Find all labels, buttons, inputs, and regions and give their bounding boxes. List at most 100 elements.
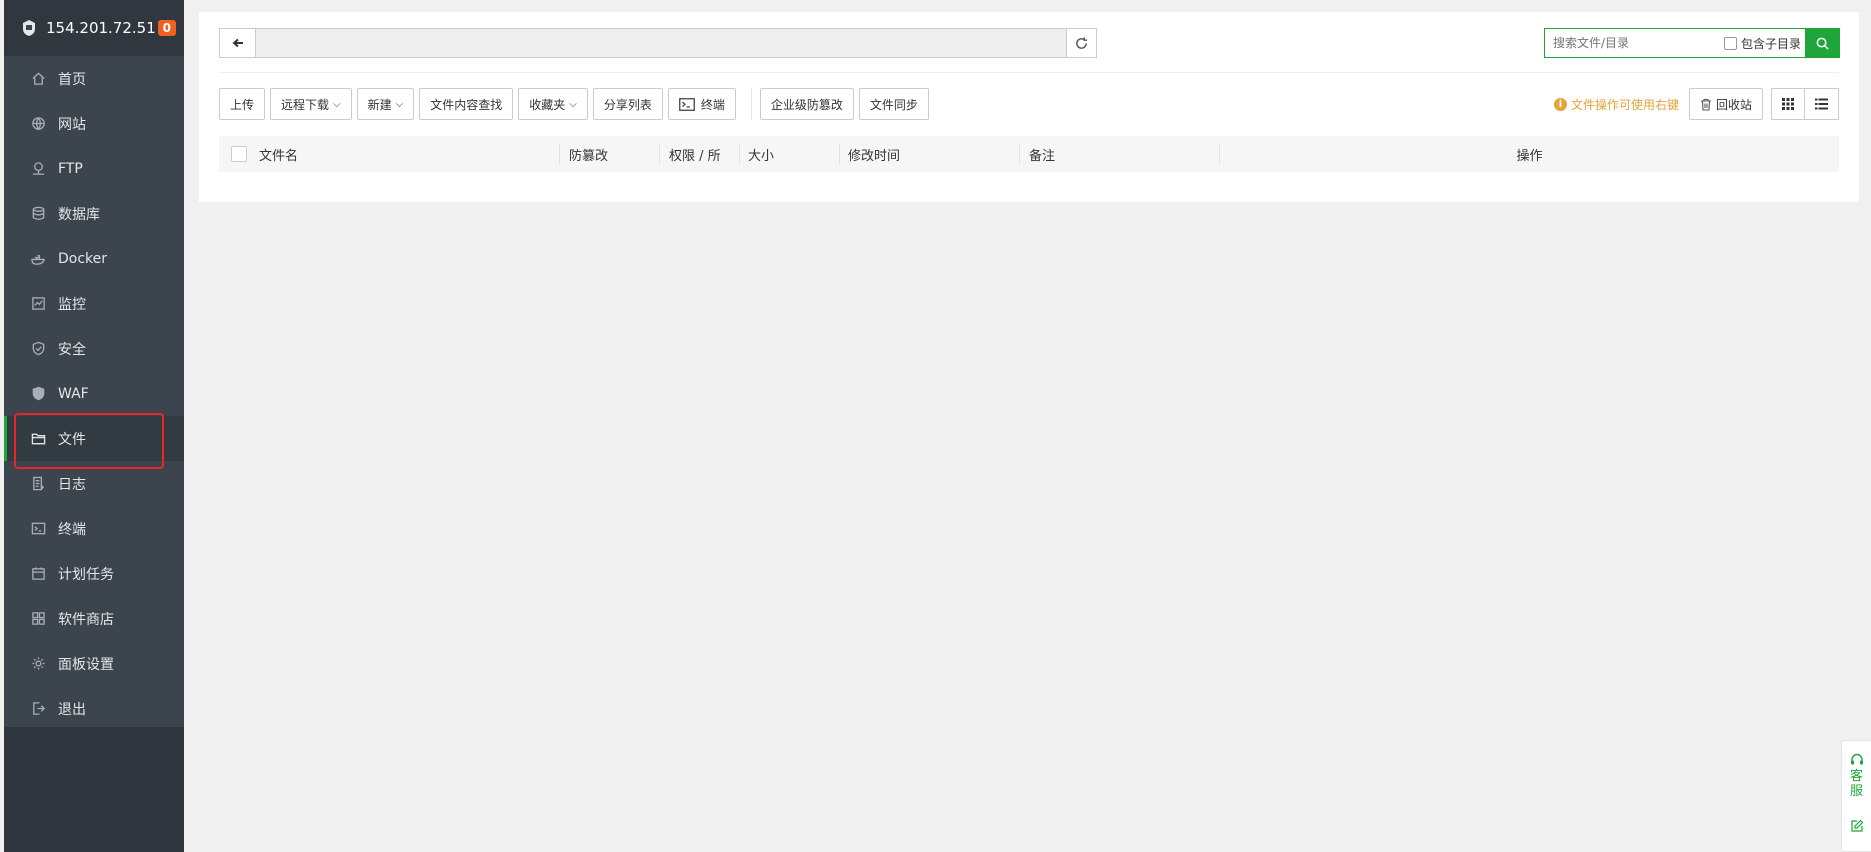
column-header[interactable]: 防篡改 — [560, 136, 660, 172]
favorites-button[interactable]: 收藏夹 ⌵ — [518, 88, 588, 120]
sidebar-item-label: 监控 — [58, 296, 86, 313]
file-manager-panel: 包含子目录 上传 远程下载⌵ 新建⌵ 文件内容查找 收藏夹⌵ 分享列表 终端 企… — [199, 12, 1859, 202]
column-header[interactable]: 大小 — [740, 136, 840, 172]
content-search-button[interactable]: 文件内容查找 — [419, 88, 514, 120]
server-ip[interactable]: 154.201.72.51 — [46, 19, 158, 37]
tamper-proof-button[interactable]: 企业级防篡改 — [759, 88, 854, 120]
sidebar-item-cron[interactable]: 计划任务 — [4, 551, 184, 596]
sidebar-item-website[interactable]: 网站 — [4, 101, 184, 146]
column-label: 操作 — [1516, 148, 1543, 164]
database-icon — [30, 206, 46, 222]
include-subdir-checkbox[interactable] — [1723, 36, 1737, 50]
file-sync-button[interactable]: 文件同步 — [858, 88, 929, 120]
search-input[interactable] — [1545, 30, 1724, 56]
chevron-down-icon: ⌵ — [569, 98, 577, 110]
column-label: 文件名 — [259, 148, 299, 164]
customer-service-tab[interactable]: 客服 — [1841, 740, 1871, 852]
column-header: 操作 — [1220, 136, 1839, 172]
include-subdir-toggle[interactable]: 包含子目录 — [1723, 35, 1805, 52]
sidebar-item-label: 终端 — [58, 521, 86, 538]
trash-icon — [1700, 98, 1711, 111]
sidebar-item-label: 软件商店 — [58, 611, 114, 628]
file-table-header: 文件名 防篡改 权限 / 所 大小 修改时间 备注 操作 — [219, 136, 1839, 172]
column-header[interactable]: 权限 / 所 — [660, 136, 740, 172]
remote-download-label: 远程下载 — [281, 97, 330, 112]
customer-service-label: 客服 — [1849, 769, 1863, 799]
toolbar-right: i 文件操作可使用右键 回收站 — [1553, 88, 1839, 120]
share-list-button[interactable]: 分享列表 — [592, 88, 663, 120]
sidebar-item-home[interactable]: 首页 — [4, 56, 184, 101]
sidebar-item-files[interactable]: 文件 — [4, 416, 184, 461]
sidebar-item-label: 面板设置 — [58, 656, 114, 673]
terminal-icon — [678, 97, 695, 111]
sidebar-item-appstore[interactable]: 软件商店 — [4, 596, 184, 641]
arrow-left-icon — [231, 38, 243, 48]
sidebar-item-label: 计划任务 — [58, 566, 114, 583]
sidebar-item-label: 首页 — [58, 71, 86, 88]
file-search: 包含子目录 — [1544, 28, 1840, 58]
chevron-down-icon: ⌵ — [333, 98, 341, 110]
tip-text: 文件操作可使用右键 — [1570, 97, 1679, 112]
refresh-button[interactable] — [1066, 29, 1096, 57]
sidebar-item-label: 文件 — [58, 431, 86, 448]
file-toolbar: 上传 远程下载 ⌵ 新建 ⌵ 文件内容查找 收藏夹 ⌵ 分享列表 终端 企业级防篡改 … — [219, 88, 934, 120]
search-button[interactable] — [1805, 28, 1840, 58]
select-all-checkbox[interactable] — [231, 146, 247, 162]
column-header[interactable]: 修改时间 — [840, 136, 1020, 172]
logout-icon — [30, 701, 46, 717]
column-label: 备注 — [1029, 148, 1056, 164]
view-switcher — [1771, 88, 1839, 120]
info-icon: i — [1553, 97, 1567, 111]
path-input[interactable] — [256, 29, 1066, 57]
new-button[interactable]: 新建 ⌵ — [356, 88, 415, 120]
sidebar-menu: 首页 网站 FTP 数据库 Docker 监控 安全 WAF 文件 日志 终端 … — [4, 56, 184, 731]
sidebar-item-ftp[interactable]: FTP — [4, 146, 184, 191]
grid-view-button[interactable] — [1771, 88, 1805, 120]
sidebar-item-label: 退出 — [58, 701, 86, 718]
calendar-icon — [30, 566, 46, 582]
docker-icon — [30, 251, 46, 267]
column-label: 防篡改 — [569, 148, 609, 164]
sidebar-item-database[interactable]: 数据库 — [4, 191, 184, 236]
sidebar-item-waf[interactable]: WAF — [4, 371, 184, 416]
list-icon — [1815, 98, 1828, 110]
new-label: 新建 — [367, 97, 392, 112]
server-header: 154.201.72.51 0 — [4, 0, 184, 56]
terminal-icon — [30, 521, 46, 537]
select-all-cell — [219, 136, 259, 172]
column-header[interactable]: 备注 — [1020, 136, 1220, 172]
shield-icon — [30, 341, 46, 357]
list-view-button[interactable] — [1805, 88, 1839, 120]
waf-icon — [30, 386, 46, 402]
path-bar — [219, 28, 1097, 58]
sidebar-item-logout[interactable]: 退出 — [4, 686, 184, 731]
sidebar-item-security[interactable]: 安全 — [4, 326, 184, 371]
notification-badge[interactable]: 0 — [157, 20, 176, 36]
recycle-bin-label: 回收站 — [1715, 97, 1752, 112]
terminal-button[interactable]: 终端 — [667, 88, 736, 120]
sidebar-item-docker[interactable]: Docker — [4, 236, 184, 281]
search-icon — [1816, 37, 1829, 50]
sidebar-item-settings[interactable]: 面板设置 — [4, 641, 184, 686]
sidebar-footer — [4, 727, 184, 852]
column-label: 修改时间 — [848, 148, 901, 164]
globe-icon — [30, 116, 46, 132]
sidebar-item-label: FTP — [58, 160, 83, 177]
sidebar-item-logs[interactable]: 日志 — [4, 461, 184, 506]
terminal-label: 终端 — [700, 97, 725, 112]
sidebar-item-terminal[interactable]: 终端 — [4, 506, 184, 551]
home-icon — [30, 71, 46, 87]
grid-icon — [1782, 98, 1794, 110]
divider — [219, 72, 1839, 73]
sidebar-item-label: 数据库 — [58, 206, 100, 223]
feedback-edit-icon[interactable] — [1850, 819, 1864, 833]
back-button[interactable] — [220, 29, 256, 57]
monitor-icon — [30, 296, 46, 312]
headset-icon — [1850, 753, 1863, 765]
sidebar-item-monitor[interactable]: 监控 — [4, 281, 184, 326]
column-header[interactable]: 文件名 — [259, 136, 560, 172]
recycle-bin-button[interactable]: 回收站 — [1688, 88, 1763, 120]
column-label: 大小 — [748, 148, 775, 164]
remote-download-button[interactable]: 远程下载 ⌵ — [270, 88, 352, 120]
upload-button[interactable]: 上传 — [219, 88, 266, 120]
